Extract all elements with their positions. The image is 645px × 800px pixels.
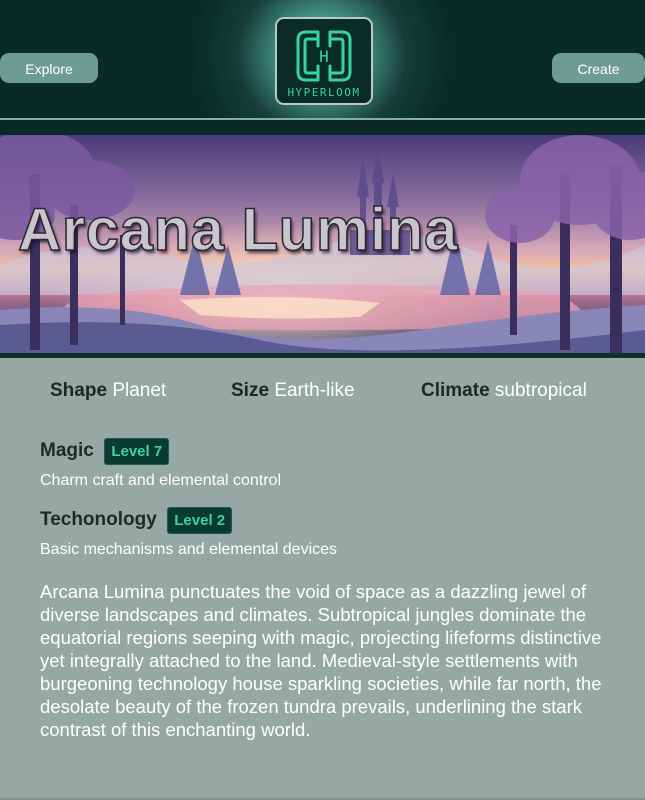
world-banner-image: Arcana Lumina [0,135,645,353]
create-button[interactable]: Create [552,53,645,83]
stat-climate: Climate subtropical [421,380,587,401]
world-details-panel: Shape Planet Size Earth-like Climate sub… [0,358,645,800]
technology-description: Basic mechanisms and elemental devices [40,541,338,558]
logo-glyph: H [319,47,329,66]
stat-shape: Shape Planet [50,380,167,401]
world-title: Arcana Lumina [17,195,458,264]
magic-description: Charm craft and elemental control [40,472,281,489]
world-description: Arcana Lumina punctuates the void of spa… [40,581,602,740]
magic-level-badge: Level 7 [104,438,170,465]
technology-title: Techonology [40,509,157,530]
logo-text: HYPERLOOM [287,86,361,99]
app-header: Explore H HYPERLOOM Create [0,0,645,118]
technology-section: Techonology Level 2 [40,507,233,534]
magic-title: Magic [40,440,94,461]
hyperloom-logo[interactable]: H HYPERLOOM [275,17,373,105]
logo-mark-icon: H [296,30,352,82]
explore-button[interactable]: Explore [0,53,98,83]
technology-level-badge: Level 2 [167,507,233,534]
stat-size: Size Earth-like [231,380,355,401]
magic-section: Magic Level 7 [40,438,170,465]
